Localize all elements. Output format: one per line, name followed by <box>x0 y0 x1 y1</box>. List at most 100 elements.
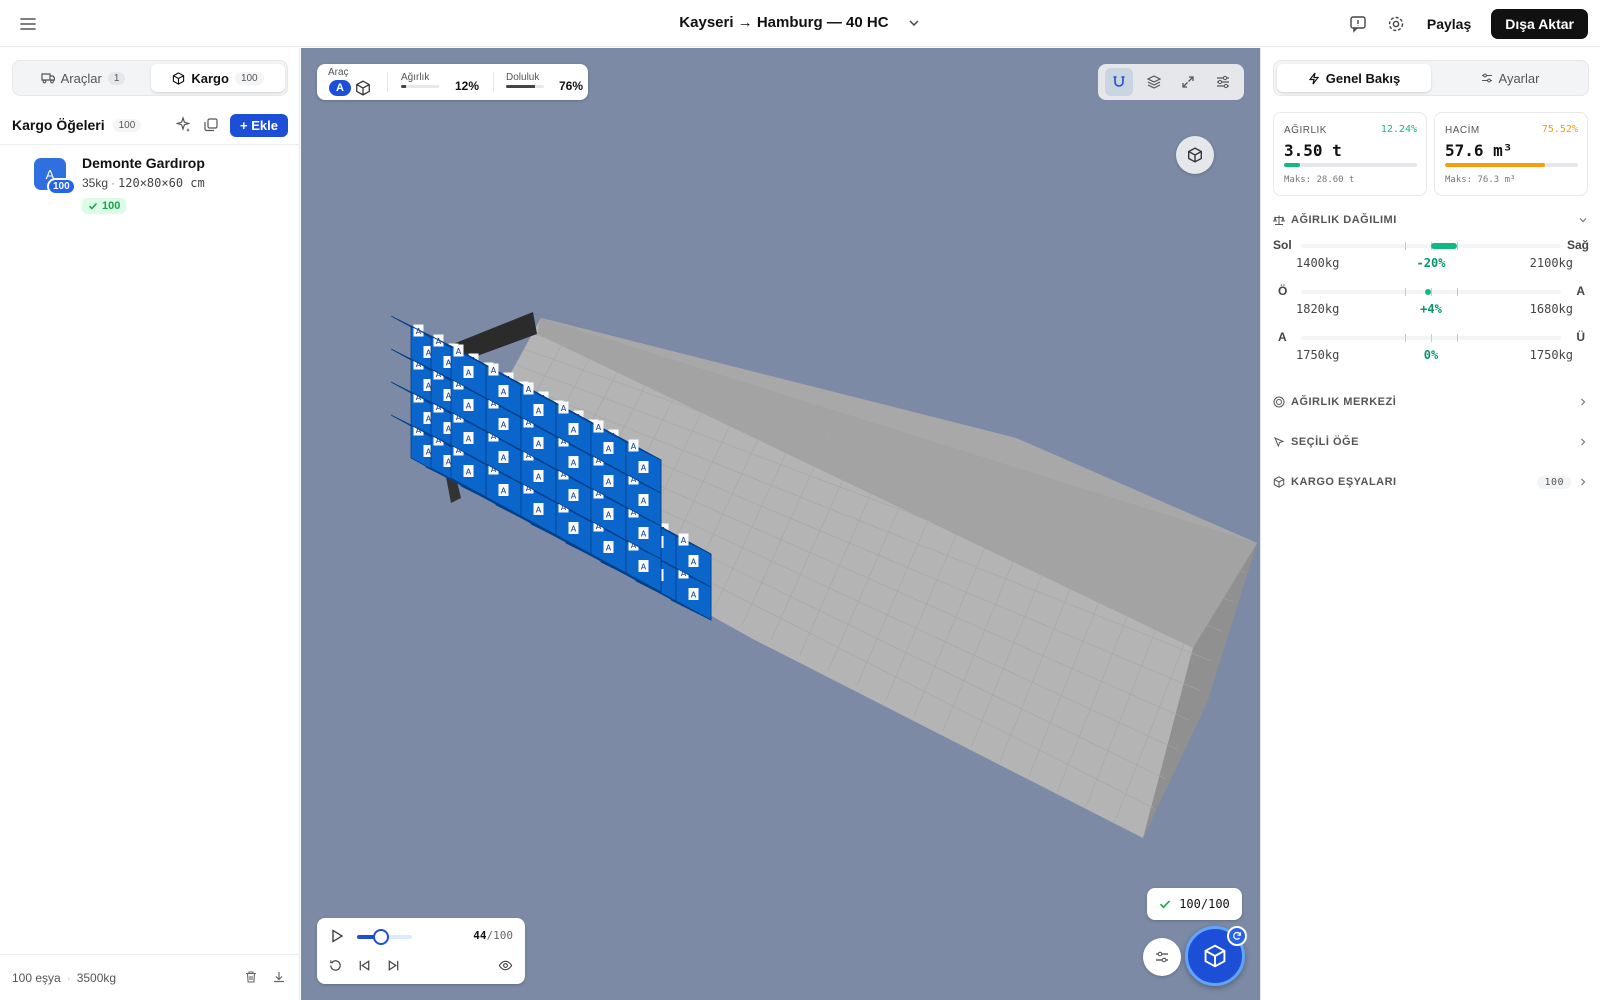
axis-right-value: 2100kg <box>1529 256 1573 270</box>
cargo-items-header[interactable]: KARGO EŞYALARI 100 <box>1273 472 1589 492</box>
add-cargo-button[interactable]: + Ekle <box>230 113 288 137</box>
filters-button[interactable] <box>1143 938 1181 976</box>
box-label: A <box>606 445 612 454</box>
list-item[interactable]: A 100 Demonte Gardırop 35kg · 120×80×60 cm… <box>34 155 284 228</box>
weight-card-max: Maks: 28.60 t <box>1284 175 1355 185</box>
box-label: A <box>606 511 612 520</box>
box-label: A <box>606 478 612 487</box>
tab-vehicles[interactable]: Araçlar 1 <box>16 64 150 92</box>
cursor-icon <box>1274 437 1285 448</box>
add-cargo-label: Ekle <box>251 117 278 133</box>
box-label: A <box>466 369 472 378</box>
step-back-icon[interactable] <box>357 958 373 974</box>
fill-value: 76% <box>559 79 584 93</box>
view-cube-button[interactable] <box>1176 136 1214 174</box>
selected-item-header[interactable]: SEÇİLİ ÖĞE <box>1273 432 1589 452</box>
reset-icon[interactable] <box>328 958 344 974</box>
box-label: A <box>501 421 507 430</box>
right-panel: Genel Bakış Ayarlar AĞIRLIK 12.24% 3.50 … <box>1260 48 1600 1000</box>
refresh-icon[interactable] <box>1227 926 1247 946</box>
sidebar-footer: 100 eşya · 3500kg <box>0 954 300 1000</box>
trash-icon[interactable] <box>244 970 260 986</box>
box-label: A <box>641 530 647 539</box>
volume-card-percent: 75.52% <box>1541 124 1578 135</box>
vehicle-chip[interactable]: A <box>329 80 351 96</box>
box-label: A <box>526 385 532 394</box>
axis-bottom-label: A <box>1278 330 1287 344</box>
box-label: A <box>536 407 542 416</box>
axis-back-value: 1680kg <box>1529 302 1573 316</box>
box-label: A <box>536 440 542 449</box>
placement-status-text: 100/100 <box>1179 897 1230 911</box>
3d-viewport[interactable]: AAAAAAAAAAAAAAAAAAAAAAAAAAAAAAAAAAAAAAAA… <box>301 48 1260 1000</box>
top-bar: Kayseri → Hamburg — 40 HC Paylaş Dışa Ak… <box>0 0 1600 47</box>
tab-vehicles-count: 1 <box>107 71 126 85</box>
box-icon <box>173 71 185 85</box>
gear-icon[interactable] <box>1385 13 1407 35</box>
footer-weight: 3500kg <box>76 970 117 985</box>
check-icon <box>1160 900 1171 909</box>
cargo-list-header: Kargo Öğeleri 100 + Ekle <box>12 112 288 138</box>
quantity-badge: 100 <box>47 178 76 195</box>
share-button[interactable]: Paylaş <box>1423 16 1475 32</box>
box-label: A <box>456 347 462 356</box>
item-weight: 35kg <box>82 176 109 190</box>
fill-mini-bar <box>506 85 544 88</box>
container-scene[interactable]: AAAAAAAAAAAAAAAAAAAAAAAAAAAAAAAAAAAAAAAA… <box>301 48 1260 1000</box>
download-icon[interactable] <box>272 970 288 986</box>
tab-settings[interactable]: Ayarlar <box>1433 64 1587 92</box>
eye-icon[interactable] <box>498 958 514 974</box>
playback-total: /100 <box>486 929 514 942</box>
box-label: A <box>501 487 507 496</box>
step-forward-icon[interactable] <box>386 958 402 974</box>
sliders-icon[interactable] <box>1209 68 1237 96</box>
box-label: A <box>501 454 507 463</box>
lightning-icon <box>1308 72 1319 84</box>
chevron-right-icon <box>1581 398 1586 406</box>
box-label: A <box>606 544 612 553</box>
placed-count: 100 <box>102 200 121 212</box>
box-label: A <box>691 558 697 567</box>
box-icon <box>1273 476 1285 488</box>
box-label: A <box>641 464 647 473</box>
playback-slider-thumb[interactable] <box>373 929 390 945</box>
cube-icon[interactable] <box>355 80 371 96</box>
selected-item-title: SEÇİLİ ÖĞE <box>1291 436 1359 448</box>
playback-slider[interactable] <box>357 929 412 945</box>
box-label: A <box>466 468 472 477</box>
chevron-right-icon <box>1581 438 1586 446</box>
magnet-icon[interactable] <box>1105 68 1134 96</box>
weight-card: AĞIRLIK 12.24% 3.50 t Maks: 28.60 t <box>1273 112 1427 196</box>
expand-icon[interactable] <box>1174 68 1202 96</box>
top-actions: Paylaş Dışa Aktar <box>1347 9 1588 39</box>
balance-bottom-top: A Ü 1750kg 0% 1750kg <box>1273 328 1589 368</box>
export-button[interactable]: Dışa Aktar <box>1491 9 1588 39</box>
center-of-gravity-header[interactable]: AĞIRLIK MERKEZİ <box>1273 392 1589 412</box>
tab-overview[interactable]: Genel Bakış <box>1277 64 1431 92</box>
play-icon[interactable] <box>329 928 345 944</box>
box-label: A <box>561 404 567 413</box>
weight-card-bar <box>1284 163 1417 167</box>
chevron-right-icon <box>1581 478 1586 486</box>
item-name: Demonte Gardırop <box>82 155 205 171</box>
balance-front-back: Ö A 1820kg +4% 1680kg <box>1273 282 1589 322</box>
tab-vehicles-label: Araçlar <box>60 70 102 86</box>
copy-icon[interactable] <box>202 116 220 134</box>
footer-items: 100 eşya <box>12 970 61 985</box>
distribution-header[interactable]: AĞIRLIK DAĞILIMI <box>1273 210 1589 230</box>
tab-cargo-count: 100 <box>234 71 264 85</box>
divider <box>0 144 300 145</box>
sparkles-icon[interactable] <box>174 116 192 134</box>
vehicle-label: Araç <box>328 67 349 78</box>
box-label: A <box>571 525 577 534</box>
layers-icon[interactable] <box>1140 68 1168 96</box>
chevron-down-icon[interactable] <box>907 16 921 30</box>
axis-top-label: Ü <box>1576 330 1585 344</box>
volume-card-value: 57.6 m³ <box>1445 141 1513 160</box>
cube-icon <box>1188 147 1202 163</box>
volume-card-max: Maks: 76.3 m³ <box>1445 175 1516 185</box>
truck-icon <box>41 73 55 84</box>
cargo-items-title: KARGO EŞYALARI <box>1291 476 1397 488</box>
feedback-icon[interactable] <box>1347 13 1369 35</box>
tab-cargo[interactable]: Kargo 100 <box>151 64 285 92</box>
